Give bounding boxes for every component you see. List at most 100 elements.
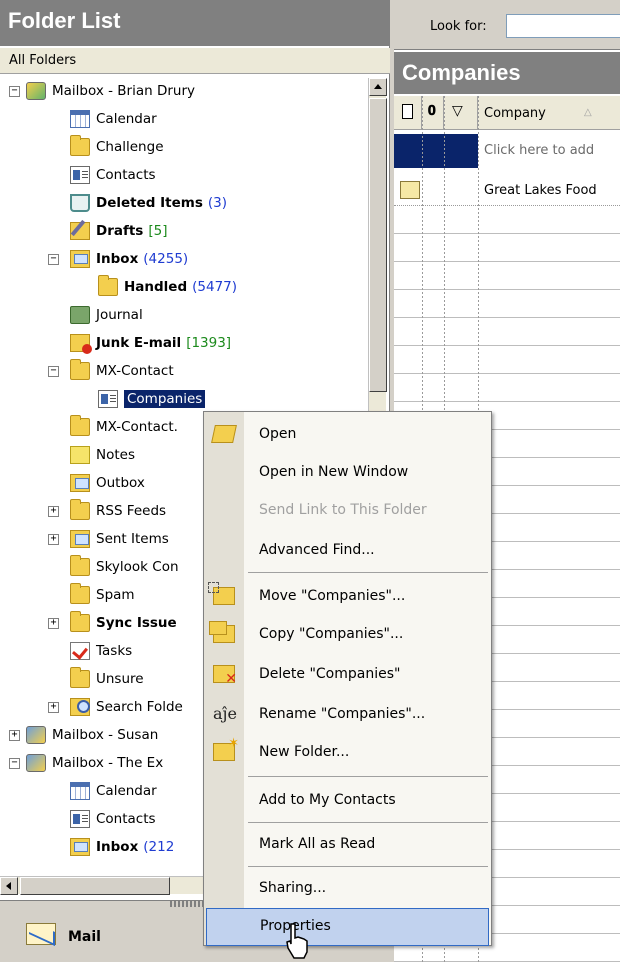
look-for-input[interactable] [506, 14, 620, 38]
folder-deleted-items[interactable]: Deleted Items (3) [70, 190, 227, 216]
expand-toggle[interactable]: + [48, 702, 59, 713]
folder-label: Inbox [96, 251, 139, 267]
column-flag-header[interactable]: ▽ [444, 96, 478, 130]
calendar-icon [70, 782, 90, 800]
folder-sent-items[interactable]: Sent Items [70, 526, 169, 552]
folder-spam[interactable]: Spam [70, 582, 135, 608]
folder-rss-feeds[interactable]: RSS Feeds [70, 498, 166, 524]
flag-icon: ▽ [452, 103, 463, 119]
delete-folder-icon [213, 665, 237, 686]
menu-item-move[interactable]: Move "Companies"... [204, 578, 491, 616]
unread-count: (3) [207, 195, 227, 211]
folder-contacts-2[interactable]: Contacts [70, 806, 156, 832]
scroll-thumb[interactable] [20, 877, 170, 895]
folder-tasks[interactable]: Tasks [70, 638, 132, 664]
folder-sync-issues[interactable]: Sync Issue [70, 610, 177, 636]
expand-toggle[interactable]: + [48, 618, 59, 629]
paperclip-icon: 𝟎 [428, 103, 436, 119]
scroll-up-button[interactable] [369, 78, 387, 96]
menu-item-add-to-contacts[interactable]: Add to My Contacts [204, 782, 491, 820]
folder-label-selected: Companies [124, 390, 206, 408]
menu-item-open-new-window[interactable]: Open in New Window [204, 454, 491, 492]
menu-item-advanced-find[interactable]: Advanced Find... [204, 532, 491, 570]
folder-skylook[interactable]: Skylook Con [70, 554, 179, 580]
mailbox-icon [26, 754, 46, 772]
folder-junk-email[interactable]: Junk E-mail [1393] [70, 330, 231, 356]
column-attachment-header[interactable]: 𝟎 [422, 96, 444, 130]
folder-calendar-2[interactable]: Calendar [70, 778, 157, 804]
menu-item-delete[interactable]: Delete "Companies" [204, 656, 491, 694]
menu-item-copy[interactable]: Copy "Companies"... [204, 616, 491, 654]
rename-icon: aĵe [213, 704, 237, 723]
collapse-toggle[interactable]: − [48, 254, 59, 265]
column-company-header[interactable]: Company [484, 106, 546, 121]
folder-unsure[interactable]: Unsure [70, 666, 144, 692]
folder-mailbox-the-ex[interactable]: Mailbox - The Ex [26, 750, 163, 776]
folder-mailbox-susan[interactable]: Mailbox - Susan [26, 722, 158, 748]
collapse-toggle[interactable]: − [9, 758, 20, 769]
menu-item-new-folder[interactable]: New Folder... [204, 734, 491, 772]
new-item-row[interactable]: Click here to add [394, 134, 620, 168]
folder-icon [70, 611, 90, 632]
folder-mx-contact-2[interactable]: MX-Contact. [70, 414, 178, 440]
item-count: [1393] [186, 335, 232, 351]
folder-outbox[interactable]: Outbox [70, 470, 145, 496]
inbox-icon [70, 250, 90, 268]
menu-item-send-link: Send Link to This Folder [204, 492, 491, 530]
contacts-icon [70, 810, 90, 828]
expand-toggle[interactable]: + [48, 534, 59, 545]
tasks-icon [70, 642, 90, 660]
folder-notes[interactable]: Notes [70, 442, 135, 468]
folder-icon [70, 499, 90, 520]
menu-separator [248, 776, 488, 777]
menu-separator [248, 866, 488, 867]
column-icon-header[interactable] [394, 96, 422, 130]
folder-inbox-2[interactable]: Inbox (212 [70, 834, 174, 860]
menu-item-label: Send Link to This Folder [259, 502, 427, 518]
table-row[interactable]: Great Lakes Food [394, 176, 620, 206]
scroll-thumb[interactable] [369, 98, 387, 392]
folder-companies[interactable]: Companies [98, 386, 206, 412]
folder-mx-contact[interactable]: MX-Contact [70, 358, 174, 384]
menu-item-properties[interactable]: Properties [206, 908, 489, 946]
folder-label: Skylook Con [96, 559, 179, 575]
folder-mailbox-brian[interactable]: Mailbox - Brian Drury [26, 78, 195, 104]
left-arrow-icon [6, 882, 11, 890]
folder-handled[interactable]: Handled (5477) [98, 274, 237, 300]
expand-toggle[interactable]: + [48, 506, 59, 517]
folder-contacts[interactable]: Contacts [70, 162, 156, 188]
collapse-toggle[interactable]: − [48, 366, 59, 377]
folder-icon [70, 667, 90, 688]
collapse-toggle[interactable]: − [9, 86, 20, 97]
folder-label: Drafts [96, 223, 144, 239]
menu-item-label: New Folder... [259, 744, 350, 760]
pane-title: Companies [394, 52, 620, 94]
folder-inbox[interactable]: Inbox (4255) [70, 246, 188, 272]
menu-item-sharing[interactable]: Sharing... [204, 870, 491, 908]
folder-label: Contacts [96, 167, 156, 183]
scroll-left-button[interactable] [0, 877, 18, 895]
folder-drafts[interactable]: Drafts [5] [70, 218, 167, 244]
folder-search-folders[interactable]: Search Folde [70, 694, 183, 720]
folder-label: Sent Items [96, 531, 169, 547]
menu-separator [248, 822, 488, 823]
menu-item-rename[interactable]: aĵe Rename "Companies"... [204, 696, 491, 734]
folder-label: Notes [96, 447, 135, 463]
sent-items-icon [70, 530, 90, 548]
search-folder-icon [70, 698, 90, 716]
menu-item-open[interactable]: Open [204, 416, 491, 454]
expand-toggle[interactable]: + [9, 730, 20, 741]
menu-item-mark-all-read[interactable]: Mark All as Read [204, 826, 491, 864]
menu-item-label: Add to My Contacts [259, 792, 396, 808]
folder-label: Deleted Items [96, 195, 203, 211]
folder-label: Contacts [96, 811, 156, 827]
menu-item-label: Move "Companies"... [259, 588, 406, 604]
contacts-icon [70, 166, 90, 184]
menu-item-label: Sharing... [259, 880, 327, 896]
folder-journal[interactable]: Journal [70, 302, 143, 328]
folder-challenge[interactable]: Challenge [70, 134, 164, 160]
folder-label: Spam [96, 587, 135, 603]
folder-icon [70, 135, 90, 156]
move-folder-icon [208, 582, 235, 605]
folder-calendar[interactable]: Calendar [70, 106, 157, 132]
